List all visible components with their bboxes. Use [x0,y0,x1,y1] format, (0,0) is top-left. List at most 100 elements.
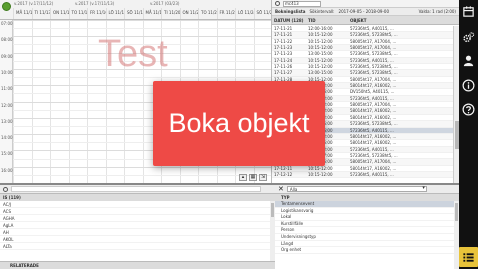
column-time[interactable]: TID [306,18,348,23]
cell-obj: 57236ht5, A40115, ... [350,95,394,101]
booking-search-input[interactable]: mc413 [283,0,321,7]
cell-date: 17-11-21 [274,32,293,38]
cell-obj: 57236ht5, A40115, ... [350,171,394,177]
cell-time: 10:15-12:00 [308,32,333,38]
search-icon[interactable] [3,186,8,192]
list-item[interactable]: ALTa [0,243,275,250]
grid-line [13,174,271,176]
day-header[interactable]: MÅ 11/19 [142,8,161,19]
day-header[interactable]: MÅ 11/12 [13,8,32,19]
time-label: 08:00 [1,37,13,43]
grid-line [13,20,271,21]
time-label: 12:00 [1,102,13,108]
help-icon[interactable] [461,102,476,117]
day-header[interactable]: TI 11/13 [31,8,50,19]
time-column: 07:00 08:00 09:00 10:00 11:00 12:00 13:00 14:00… [0,20,13,183]
scrollbar-thumb[interactable] [271,203,274,217]
time-label: 16:00 [1,167,13,173]
list-item[interactable]: Kurstillfälle [275,221,459,228]
list-item[interactable]: AKOL [0,236,275,243]
test-watermark: Test [98,33,168,75]
day-header[interactable]: TO 11/22 [198,8,217,19]
day-header[interactable]: ON 11/14 [50,8,69,19]
cell-time: 10:15-12:00 [308,38,333,44]
list-item[interactable]: AH [0,229,275,236]
day-header[interactable]: SÖ 11/25 [253,8,271,19]
list-item[interactable]: Logistikansvarig [275,208,459,215]
period-value[interactable]: 2017-09-05 - 2018-09-00 [339,9,389,14]
type-list-header[interactable]: TYP [275,194,459,201]
cell-time: 13:00-15:00 [308,51,333,57]
resource-list-panel: IS (119) AC/J ACS AGHA AgLA AH AKOL ALTa RELAT… [0,183,275,269]
cell-obj: 58014ht17, A16002, ... [350,83,397,89]
related-section-header[interactable]: RELATERADE [0,261,275,269]
expand-icon[interactable]: ⇲ [259,174,267,181]
grid-line [13,166,271,168]
scrollbar-thumb[interactable] [455,203,458,221]
settings-icon[interactable] [461,30,476,45]
day-header[interactable]: TO 11/15 [68,8,87,19]
day-header[interactable]: SÖ 11/18 [124,8,143,19]
cell-obj: 58014ht17, A16002, ... [350,108,397,114]
list-item[interactable]: Undervisningstyp [275,234,459,241]
resource-search-bar [0,185,275,194]
info-icon[interactable] [461,78,476,93]
cell-obj: 58005ht17, A17004, ... [350,76,397,82]
cell-date: 17-12-11 [274,165,293,171]
cell-date: 17-11-27 [274,70,293,76]
cell-date: 17-11-21 [274,26,293,31]
cell-obj: 58005ht17, A17004, ... [350,38,397,44]
list-item[interactable]: Org enhet [275,247,459,254]
table-row[interactable]: 17-12-12 10:15-12:00 57236ht5, A40115, ... [272,171,453,179]
list-item[interactable]: Lokal [275,214,459,221]
day-headers: MÅ 11/12TI 11/13ON 11/14TO 11/15FR 11/16… [13,8,271,19]
list-item[interactable]: Längd [275,241,459,248]
cell-obj: 58014ht17, A16002, ... [350,140,397,146]
day-header[interactable]: FR 11/16 [87,8,106,19]
list-item[interactable]: AC/J [0,201,275,208]
calendar-icon[interactable] [461,4,476,19]
resource-search-input[interactable] [11,186,261,192]
user-icon[interactable] [461,53,476,68]
type-items: Tentamensevent Logistikansvarig Lokal Kurst… [275,201,459,254]
cell-time: 13:00-15:00 [308,70,333,76]
selected-count: Valda: 1 rad (2:00) [418,9,456,14]
week-label-1: v.2017 (v.17/11/12) [14,1,54,6]
cell-obj: 57236ht5, A40115, ... [350,26,394,31]
cell-time: 10:15-12:00 [308,57,333,63]
cell-obj: DV150ht5, A40115, ... [350,89,395,95]
list-item[interactable]: AgLA [0,222,275,229]
column-object[interactable]: OBJEKT [348,18,459,23]
list-item[interactable]: Tentamensevent [275,201,459,208]
list-item[interactable]: Person [275,227,459,234]
type-list-panel: ✕ Alla TYP TentamenseventLogistikansvari… [275,183,459,269]
day-header[interactable]: LÖ 11/17 [105,8,124,19]
close-icon[interactable]: ✕ [278,185,284,193]
list-item[interactable]: ACS [0,208,275,215]
column-date[interactable]: DATUM (128) [272,18,306,23]
booking-search-bar: mc413 [272,0,459,8]
resource-list-header[interactable]: IS (119) [0,194,275,201]
day-header[interactable]: TI 11/20 [161,8,180,19]
day-header[interactable]: LÖ 11/24 [235,8,254,19]
search-icon[interactable] [275,1,280,6]
day-header[interactable]: ON 11/21 [179,8,198,19]
cell-time: 10:15-12:00 [308,64,333,70]
app-logo[interactable] [2,2,11,11]
cell-time: 10:15-12:00 [308,171,333,177]
type-filter-select[interactable]: Alla [286,186,427,192]
book-object-label: Boka objekt [168,108,310,138]
day-header[interactable]: FR 11/23 [216,8,235,19]
week-label-3: v.2017 (03/23) [150,1,180,6]
list-icon[interactable] [459,247,478,267]
time-label: 10:00 [1,69,13,75]
cell-date: 17-11-22 [274,38,293,44]
list-item[interactable]: AGHA [0,215,275,222]
cell-date: 17-11-26 [274,64,293,70]
calendar-nav-icon[interactable]: ▦ [249,174,257,181]
book-object-button[interactable]: Boka objekt [153,81,325,166]
time-label: 09:00 [1,53,13,59]
cell-date: 17-12-12 [274,171,293,177]
cell-obj: 57236ht5, 57238ht5, ... [350,70,398,76]
zoom-icon[interactable]: ▴ [239,174,247,181]
